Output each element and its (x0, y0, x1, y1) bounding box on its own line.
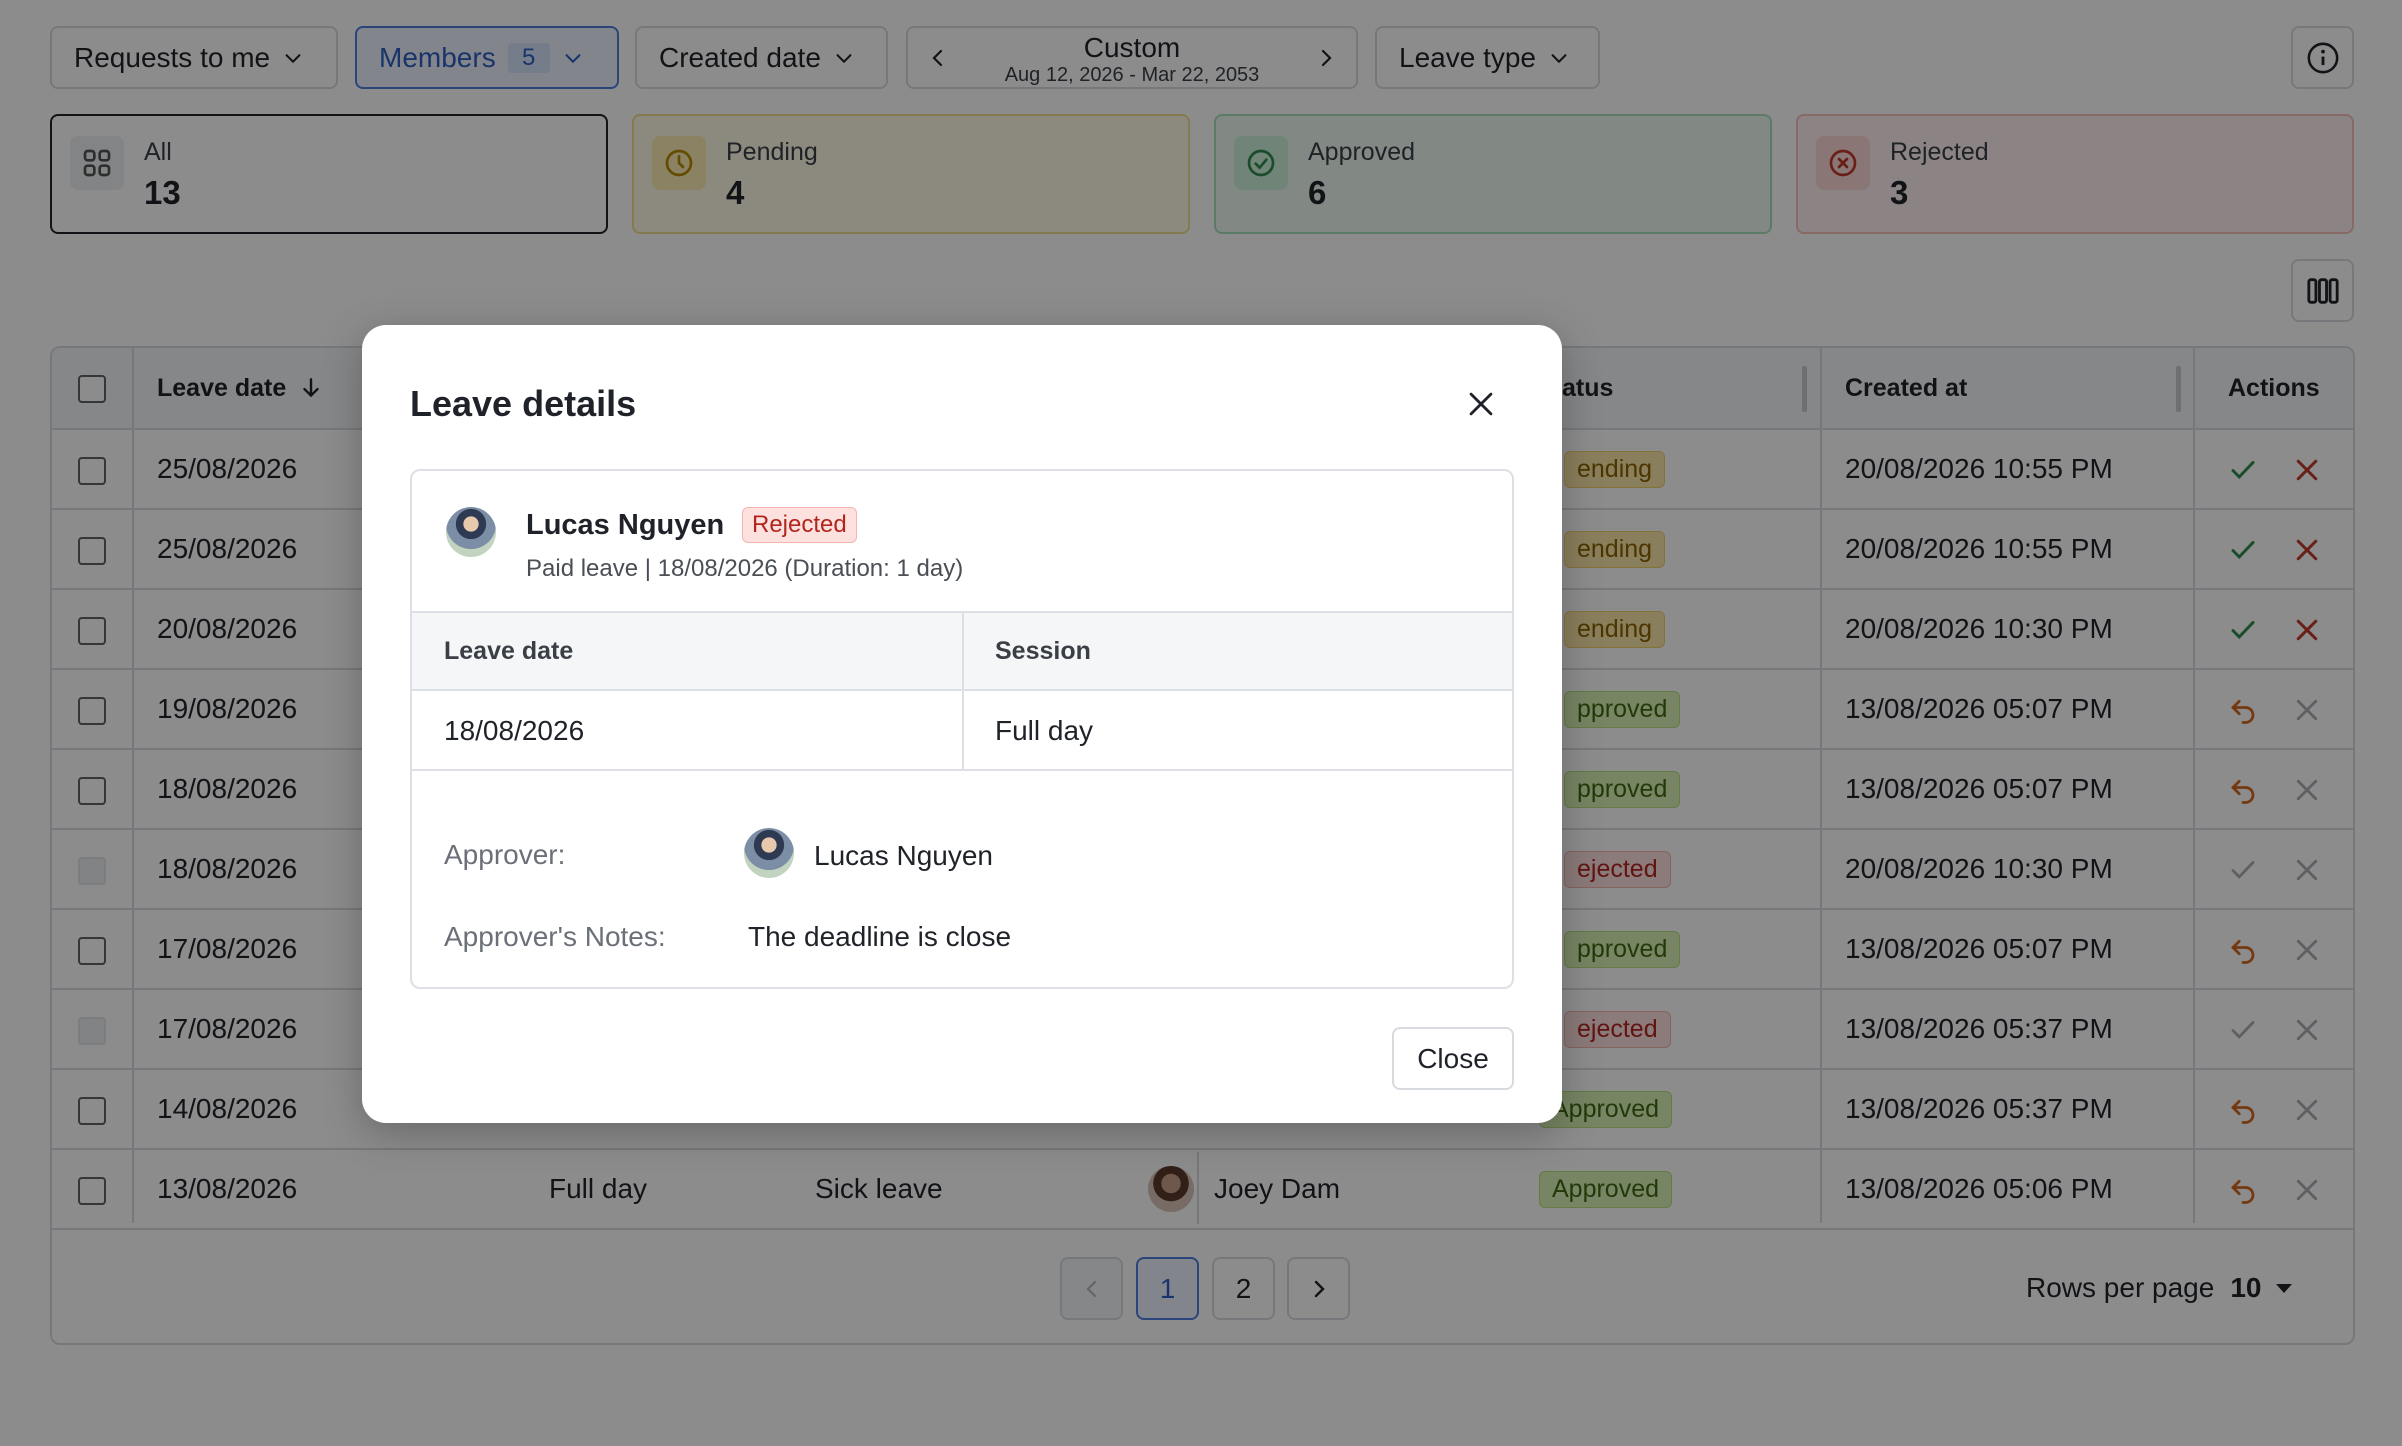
column-divider (962, 613, 964, 769)
leave-summary: Paid leave | 18/08/2026 (Duration: 1 day… (526, 555, 964, 582)
avatar (446, 507, 496, 557)
leave-date-header: Leave date (444, 637, 574, 665)
approver-avatar (744, 828, 794, 878)
leave-requests-page: Requests to me Members 5 Created date Cu… (0, 0, 2402, 1446)
leave-dates-table: Leave date Session 18/08/2026 Full day (412, 611, 1512, 771)
approver-notes: The deadline is close (748, 921, 1012, 952)
modal-title: Leave details (410, 383, 637, 424)
leave-details-modal: Leave details Lucas Nguyen Rejected Paid… (362, 325, 1562, 1123)
approver-label: Approver: (444, 839, 566, 870)
leave-date-value: 18/08/2026 (444, 715, 585, 746)
status-badge: Rejected (742, 507, 857, 543)
session-header: Session (995, 637, 1091, 665)
close-icon[interactable] (1464, 387, 1498, 421)
session-value: Full day (995, 715, 1094, 746)
requester-name: Lucas Nguyen (526, 509, 725, 541)
leave-detail-card: Lucas Nguyen Rejected Paid leave | 18/08… (410, 469, 1514, 989)
approver-name: Lucas Nguyen (814, 840, 994, 871)
close-button[interactable]: Close (1392, 1027, 1514, 1090)
approver-notes-label: Approver's Notes: (444, 921, 666, 952)
